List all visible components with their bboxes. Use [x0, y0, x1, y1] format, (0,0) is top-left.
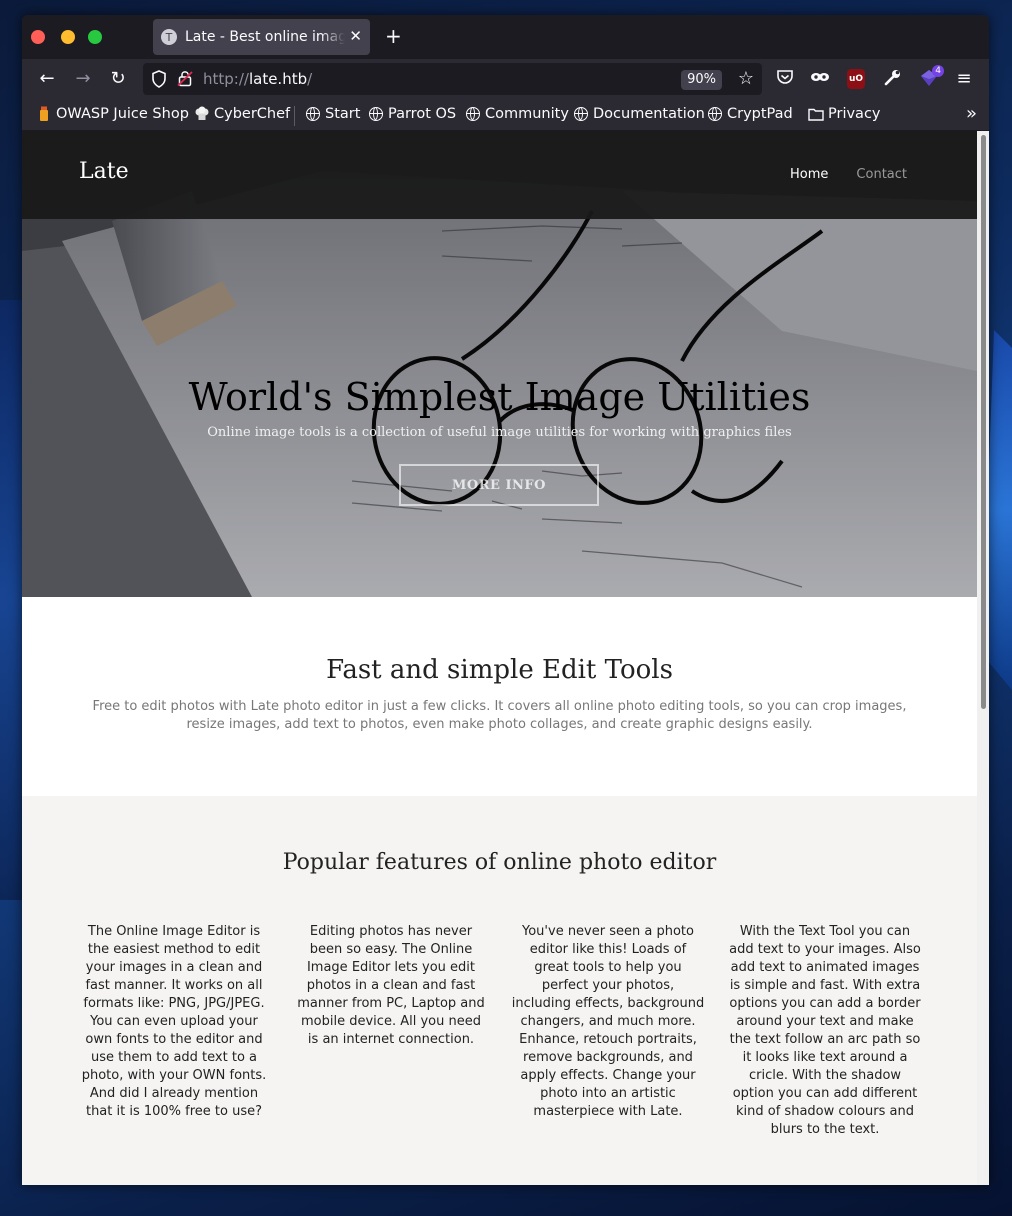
tab-title: Late - Best online image t	[185, 29, 345, 45]
back-button[interactable]: ←	[36, 68, 58, 90]
feature-column-1: The Online Image Editor is the easiest m…	[81, 924, 267, 1119]
features-title: Popular features of online photo editor	[282, 850, 717, 875]
bookmark-cryptpad[interactable]: CryptPad	[707, 106, 793, 122]
bookmarks-toolbar: OWASP Juice Shop CyberChef Start Parrot …	[22, 99, 989, 131]
bookmark-label: Parrot OS	[388, 106, 457, 122]
feature-column-4: With the Text Tool you can add text to y…	[729, 924, 921, 1137]
bookmark-start[interactable]: Start	[305, 106, 360, 122]
wrench-icon[interactable]	[882, 68, 904, 90]
minimize-window-button[interactable]	[61, 30, 75, 44]
reload-button[interactable]: ↻	[107, 68, 129, 90]
pocket-icon[interactable]	[774, 68, 796, 90]
bookmark-folder-privacy[interactable]: Privacy	[808, 106, 881, 122]
page-scrollbar[interactable]	[977, 131, 989, 1185]
globe-icon	[707, 106, 723, 122]
site-logo[interactable]: Late	[79, 159, 129, 184]
globe-icon	[465, 106, 481, 122]
bookmark-documentation[interactable]: Documentation	[573, 106, 705, 122]
bookmark-label: CyberChef	[214, 106, 291, 122]
bookmark-separator	[294, 106, 295, 126]
forward-button[interactable]: →	[72, 68, 94, 90]
url-text[interactable]: http://late.htb/	[203, 70, 312, 88]
page-viewport: World's Simplest Image Utilities Online …	[22, 131, 989, 1185]
nav-contact-link[interactable]: Contact	[856, 167, 907, 182]
edit-tools-title: Fast and simple Edit Tools	[326, 655, 673, 685]
globe-icon	[368, 106, 384, 122]
edit-tools-description: Free to edit photos with Late photo edit…	[92, 699, 907, 732]
nav-home-link[interactable]: Home	[790, 167, 828, 182]
browser-tab[interactable]: T Late - Best online image t ✕	[153, 19, 370, 55]
url-path: /	[307, 70, 313, 88]
features-section: Popular features of online photo editor …	[22, 796, 977, 1185]
insecure-lock-icon[interactable]	[177, 69, 193, 87]
close-window-button[interactable]	[31, 30, 45, 44]
desktop-wallpaper-left	[0, 300, 22, 900]
juice-icon	[36, 106, 52, 122]
site-nav: Home Contact	[790, 167, 907, 182]
zoom-level-badge[interactable]: 90%	[681, 70, 722, 90]
bookmark-owasp-juice-shop[interactable]: OWASP Juice Shop	[36, 106, 189, 122]
bookmark-label: Community	[485, 106, 569, 122]
edit-tools-section: Fast and simple Edit Tools Free to edit …	[22, 597, 977, 796]
navigation-toolbar: ← → ↻ http://late.htb/ 90% ☆ uO 4 ≡	[22, 59, 989, 99]
chef-icon	[194, 106, 210, 122]
globe-icon	[305, 106, 321, 122]
url-scheme: http://	[203, 70, 249, 88]
url-host: late.htb	[248, 70, 308, 88]
feature-column-3: You've never seen a photo editor like th…	[511, 924, 705, 1119]
extension-badge: 4	[932, 65, 944, 77]
tab-strip: T Late - Best online image t ✕ +	[22, 15, 989, 59]
maximize-window-button[interactable]	[88, 30, 102, 44]
bookmark-label: CryptPad	[727, 106, 793, 122]
folder-icon	[808, 106, 824, 122]
hamburger-menu-icon[interactable]: ≡	[953, 68, 975, 90]
ublock-origin-icon[interactable]: uO	[847, 69, 865, 89]
url-bar[interactable]: http://late.htb/ 90% ☆	[143, 63, 762, 95]
shield-icon[interactable]	[151, 70, 167, 88]
bookmark-label: Privacy	[828, 106, 881, 122]
private-mask-icon[interactable]	[809, 68, 831, 90]
tab-favicon-icon: T	[161, 29, 177, 45]
globe-icon	[573, 106, 589, 122]
bookmark-star-icon[interactable]: ☆	[738, 68, 754, 89]
site-header: Late Home Contact	[22, 131, 977, 219]
bookmarks-overflow-chevron-icon[interactable]: »	[966, 103, 977, 124]
bookmark-parrot-os[interactable]: Parrot OS	[368, 106, 456, 122]
bookmark-label: OWASP Juice Shop	[56, 106, 189, 122]
new-tab-button[interactable]: +	[385, 25, 402, 47]
bookmark-community[interactable]: Community	[465, 106, 569, 122]
bookmark-label: Documentation	[593, 106, 705, 122]
bookmark-label: Start	[325, 106, 361, 122]
tab-close-icon[interactable]: ✕	[349, 27, 362, 45]
extension-icon[interactable]: 4	[918, 65, 944, 90]
browser-window: T Late - Best online image t ✕ + ← → ↻ h…	[22, 15, 989, 1185]
hero-title: World's Simplest Image Utilities	[188, 375, 811, 419]
hero-subtitle: Online image tools is a collection of us…	[207, 425, 792, 440]
feature-column-2: Editing photos has never been so easy. T…	[297, 924, 485, 1047]
bookmark-cyberchef[interactable]: CyberChef	[194, 106, 290, 122]
scrollbar-thumb[interactable]	[981, 135, 986, 709]
more-info-button[interactable]: MORE INFO	[399, 464, 599, 506]
